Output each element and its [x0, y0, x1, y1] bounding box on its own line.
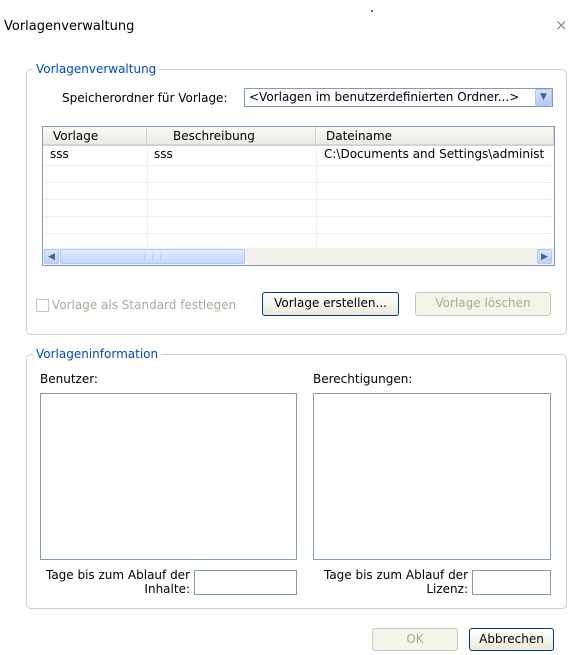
set-default-label: Vorlage als Standard festlegen — [52, 298, 237, 312]
storage-folder-label: Speicherordner für Vorlage: — [62, 91, 228, 105]
row-divider — [43, 165, 554, 166]
days-license-label-line1: Tage bis zum Ablauf der — [323, 568, 468, 582]
days-license-label-line2: Lizenz: — [426, 582, 468, 596]
cell-dateiname[interactable]: C:\Documents and Settings\administ — [324, 147, 554, 161]
row-divider — [43, 216, 554, 217]
permissions-list[interactable] — [313, 393, 551, 560]
days-content-label-line2: Inhalte: — [144, 582, 190, 596]
chevron-down-icon[interactable]: ▼ — [535, 89, 552, 106]
column-header-beschreibung[interactable]: Beschreibung — [147, 127, 316, 146]
days-content-field[interactable] — [194, 570, 297, 595]
row-divider — [43, 182, 554, 183]
cancel-button[interactable]: Abbrechen — [469, 628, 554, 651]
cell-vorlage[interactable]: sss — [50, 147, 142, 161]
users-label: Benutzer: — [40, 372, 98, 386]
scrollbar-thumb[interactable]: ⋮⋮⋮ — [60, 249, 245, 264]
days-license-label: Tage bis zum Ablauf der Lizenz: — [309, 568, 468, 596]
horizontal-scrollbar[interactable]: ◀ ⋮⋮⋮ ▶ — [43, 248, 554, 265]
users-list[interactable] — [40, 393, 297, 560]
permissions-label: Berechtigungen: — [313, 372, 413, 386]
template-info-group-legend: Vorlageninformation — [33, 347, 162, 361]
template-management-dialog: Vorlagenverwaltung × Vorlagenverwaltung … — [0, 0, 569, 655]
days-license-field[interactable] — [472, 570, 551, 595]
days-content-label-line1: Tage bis zum Ablauf der — [45, 568, 190, 582]
close-icon[interactable]: × — [555, 18, 568, 33]
row-divider — [43, 199, 554, 200]
window-title: Vorlagenverwaltung — [4, 19, 135, 34]
column-header-vorlage[interactable]: Vorlage — [43, 127, 147, 146]
scroll-right-icon[interactable]: ▶ — [537, 249, 552, 264]
stray-pixel — [371, 10, 373, 12]
templates-group-legend: Vorlagenverwaltung — [33, 62, 160, 76]
set-default-checkbox[interactable] — [36, 299, 49, 312]
days-content-label: Tage bis zum Ablauf der Inhalte: — [34, 568, 190, 596]
scroll-left-icon[interactable]: ◀ — [44, 249, 59, 264]
storage-folder-select[interactable]: <Vorlagen im benutzerdefinierten Ordner.… — [244, 88, 553, 107]
cell-beschreibung[interactable]: sss — [154, 147, 312, 161]
storage-folder-value: <Vorlagen im benutzerdefinierten Ordner.… — [249, 90, 520, 104]
row-divider — [43, 233, 554, 234]
create-template-button[interactable]: Vorlage erstellen... — [262, 292, 399, 316]
delete-template-button[interactable]: Vorlage löschen — [415, 292, 551, 316]
column-header-dateiname[interactable]: Dateiname — [316, 127, 554, 146]
templates-table[interactable]: Vorlage Beschreibung Dateiname sss sss C… — [42, 126, 555, 266]
ok-button[interactable]: OK — [372, 628, 458, 651]
